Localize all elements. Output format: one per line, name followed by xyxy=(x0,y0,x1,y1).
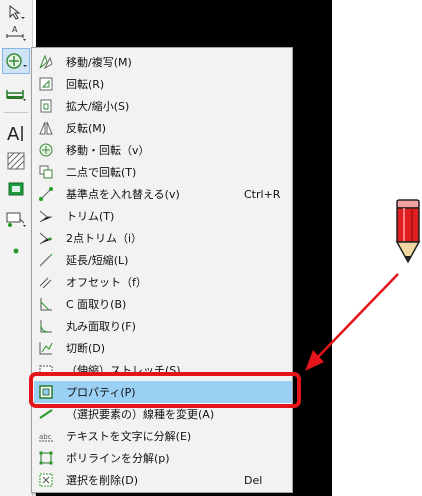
pencil-icon xyxy=(395,199,421,264)
callout-arrow xyxy=(305,273,399,371)
